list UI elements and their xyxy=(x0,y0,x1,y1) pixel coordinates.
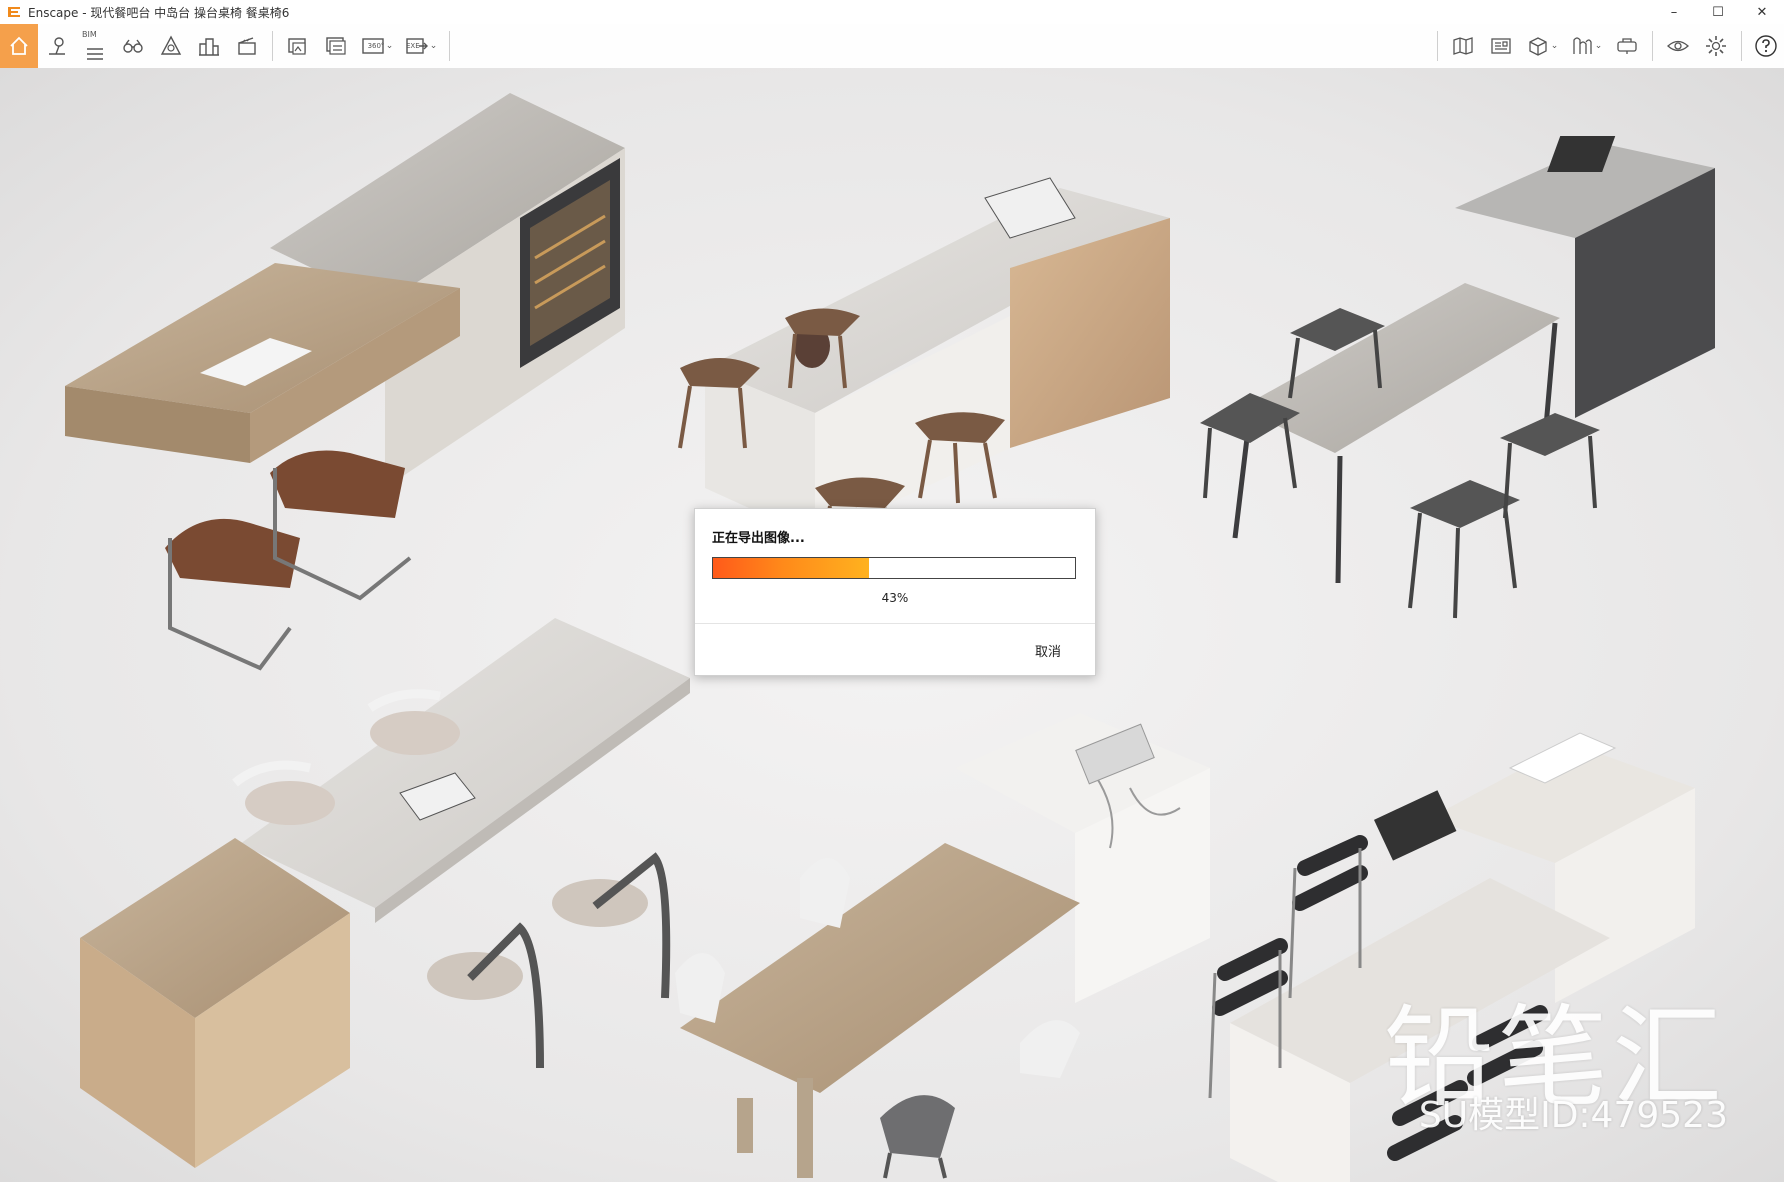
panorama-label: 360° xyxy=(367,42,385,50)
export-dropdown-icon[interactable]: ⌄ xyxy=(430,41,438,51)
bim-button[interactable]: BIM xyxy=(76,24,114,68)
gallery-button[interactable] xyxy=(1482,24,1520,68)
asset-library-icon xyxy=(160,35,182,55)
panorama-button[interactable]: 360° ⌄ xyxy=(355,24,399,68)
export-progress-dialog: 正在导出图像... 43% 取消 xyxy=(694,508,1096,676)
close-button[interactable]: ✕ xyxy=(1740,0,1784,24)
toolbar-separator xyxy=(272,31,273,61)
export-progress-bar xyxy=(712,557,1076,579)
progress-percent-label: 43% xyxy=(881,591,909,605)
maximize-button[interactable]: ☐ xyxy=(1696,0,1740,24)
vr-headset-icon xyxy=(1617,38,1637,54)
set-4-travertine-table xyxy=(80,618,690,1168)
bim-label: BIM xyxy=(82,30,97,39)
clapperboard-icon xyxy=(238,37,256,55)
panorama-dropdown-icon[interactable]: ⌄ xyxy=(386,41,394,51)
materials-button[interactable]: ⌄ xyxy=(1564,24,1608,68)
gallery-icon xyxy=(1491,38,1511,54)
bim-list-icon xyxy=(87,48,103,60)
views-cube-button[interactable]: ⌄ xyxy=(1520,24,1564,68)
window-controls: – ☐ ✕ xyxy=(1652,0,1784,24)
set-1-bar-island xyxy=(65,93,625,671)
set-3-dark-island xyxy=(1200,136,1715,619)
video-editor-button[interactable] xyxy=(228,24,266,68)
location-pin-icon xyxy=(49,37,65,55)
materials-dropdown-icon[interactable]: ⌄ xyxy=(1595,41,1603,51)
buildings-icon xyxy=(199,38,219,56)
binoculars-icon xyxy=(123,39,143,53)
buildings-button[interactable] xyxy=(190,24,228,68)
home-icon xyxy=(10,36,28,55)
minimize-button[interactable]: – xyxy=(1652,0,1696,24)
watermark-model-id: SU模型ID:479523 xyxy=(1418,1095,1728,1136)
title-bar: Enscape - 现代餐吧台 中岛台 操台桌椅 餐桌椅6 – ☐ ✕ xyxy=(0,0,1784,24)
toolbar-separator xyxy=(1652,31,1653,61)
batch-render-icon xyxy=(326,37,346,55)
map-button[interactable] xyxy=(1444,24,1482,68)
location-button[interactable] xyxy=(38,24,76,68)
views-dropdown-icon[interactable]: ⌄ xyxy=(1551,41,1559,51)
export-label: EXE xyxy=(406,42,420,50)
help-button[interactable] xyxy=(1748,24,1784,68)
window-title: Enscape - 现代餐吧台 中岛台 操台桌椅 餐桌椅6 xyxy=(28,5,290,20)
map-icon xyxy=(1453,37,1473,55)
eye-icon xyxy=(1667,40,1689,52)
gear-icon xyxy=(1706,36,1726,56)
toolbar-right-group: ⌄ ⌄ xyxy=(1431,24,1784,68)
cube-icon xyxy=(1529,37,1547,56)
progress-bar-fill xyxy=(713,558,869,578)
visual-settings-button[interactable] xyxy=(1659,24,1697,68)
dialog-divider xyxy=(695,623,1095,624)
main-toolbar: BIM 360° ⌄ EXE ⌄ ⌄ ⌄ xyxy=(0,24,1784,84)
toolbar-separator xyxy=(1741,31,1742,61)
materials-icon xyxy=(1573,37,1592,54)
home-button[interactable] xyxy=(0,24,38,68)
views-button[interactable] xyxy=(114,24,152,68)
dialog-title: 正在导出图像... xyxy=(712,531,805,546)
toolbar-separator xyxy=(1437,31,1438,61)
cancel-button[interactable]: 取消 xyxy=(1031,639,1065,662)
settings-button[interactable] xyxy=(1697,24,1735,68)
batch-render-button[interactable] xyxy=(317,24,355,68)
help-icon xyxy=(1755,35,1777,57)
chair-brown-1 xyxy=(165,518,300,671)
toolbar-separator xyxy=(449,31,450,61)
enscape-logo-icon xyxy=(8,7,20,17)
vr-button[interactable] xyxy=(1608,24,1646,68)
screenshot-button[interactable] xyxy=(279,24,317,68)
export-button[interactable]: EXE ⌄ xyxy=(399,24,443,68)
set-5-marble-island xyxy=(675,713,1210,1179)
screenshot-icon xyxy=(288,38,306,55)
asset-library-button[interactable] xyxy=(152,24,190,68)
